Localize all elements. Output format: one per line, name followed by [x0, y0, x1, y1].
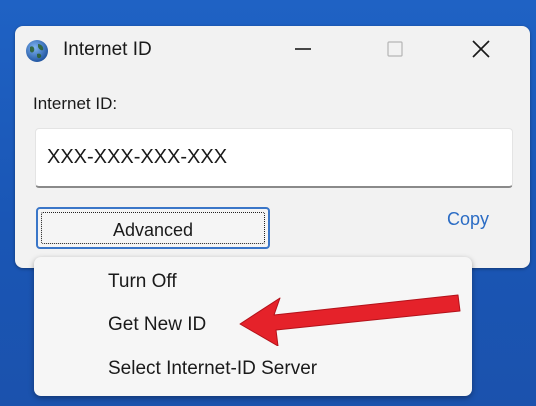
window-title: Internet ID [63, 39, 152, 60]
advanced-button[interactable]: Advanced [36, 207, 270, 249]
minimize-button[interactable] [283, 34, 323, 68]
red-arrow-annotation [239, 294, 461, 346]
close-icon [471, 39, 491, 64]
title-bar[interactable]: Internet ID [15, 26, 530, 76]
internet-id-label: Internet ID: [33, 94, 118, 113]
advanced-button-label: Advanced [112, 219, 194, 240]
internet-id-window: Internet ID Internet ID: Advanced Copy [15, 26, 530, 268]
close-button[interactable] [461, 34, 501, 68]
minimize-icon [294, 40, 312, 63]
internet-id-field[interactable] [35, 128, 513, 188]
menu-item-turn-off[interactable]: Turn Off [108, 271, 177, 293]
menu-item-get-new-id[interactable]: Get New ID [108, 314, 206, 336]
maximize-icon [386, 40, 404, 63]
globe-icon [25, 39, 49, 63]
maximize-button[interactable] [375, 34, 415, 68]
copy-link[interactable]: Copy [447, 209, 489, 230]
menu-item-select-server[interactable]: Select Internet-ID Server [108, 358, 317, 380]
